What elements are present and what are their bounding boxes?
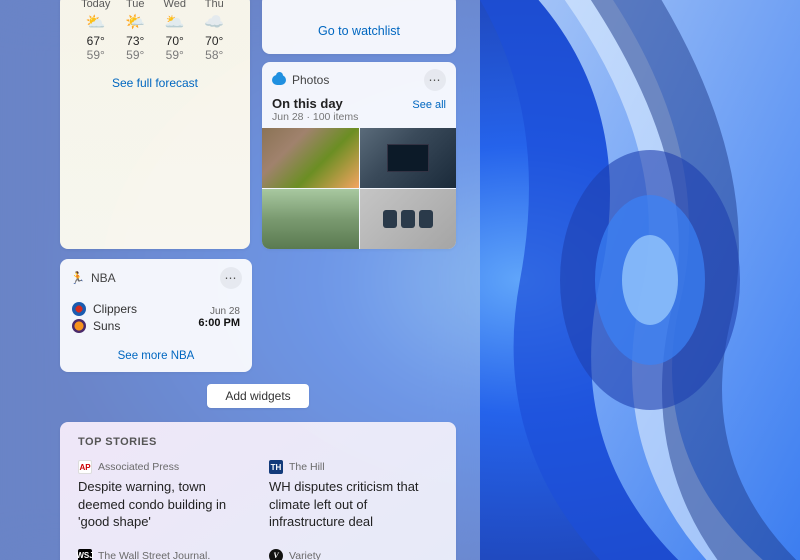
day-label: Wed: [155, 0, 195, 10]
on-this-day-label: On this day: [272, 96, 358, 111]
photo-grid: [262, 128, 456, 249]
game-date: Jun 28: [198, 306, 240, 317]
forecast-day[interactable]: Tue 🌤️ 73° 59°: [116, 0, 156, 62]
news-story[interactable]: V Variety Power of Pride 2021: 50 Entert…: [269, 549, 438, 560]
source-badge-icon: TH: [269, 460, 283, 474]
temp-low: 59°: [76, 48, 116, 62]
widgets-panel: Today ⛅ 67° 59° Tue 🌤️ 73° 59° Wed 🌥️ 70…: [0, 0, 480, 560]
team-logo-icon: [72, 302, 86, 316]
temp-high: 73°: [116, 34, 156, 48]
team-name: Clippers: [93, 302, 137, 316]
weather-icon: ⛅: [76, 12, 116, 32]
forecast-day[interactable]: Thu ☁️ 70° 58°: [195, 0, 235, 62]
photo-thumbnail[interactable]: [360, 128, 457, 188]
top-stories-card: TOP STORIES AP Associated Press Despite …: [60, 422, 456, 560]
story-headline: Despite warning, town deemed condo build…: [78, 478, 247, 531]
temp-high: 67°: [76, 34, 116, 48]
watchlist-card: Go to watchlist: [262, 0, 456, 54]
see-full-forecast-link[interactable]: See full forecast: [70, 70, 240, 92]
photos-subtitle: Jun 28 · 100 items: [272, 111, 358, 123]
temp-high: 70°: [195, 34, 235, 48]
onedrive-icon: [272, 75, 286, 85]
team-row: Clippers: [72, 302, 198, 316]
team-logo-icon: [72, 319, 86, 333]
temp-high: 70°: [155, 34, 195, 48]
news-story[interactable]: TH The Hill WH disputes criticism that c…: [269, 460, 438, 531]
source-badge-icon: V: [269, 549, 283, 560]
team-name: Suns: [93, 319, 120, 333]
more-options-button[interactable]: ⋯: [220, 267, 242, 289]
sports-icon: 🏃: [70, 271, 85, 285]
story-headline: WH disputes criticism that climate left …: [269, 478, 438, 531]
source-name: The Wall Street Journal.: [98, 550, 210, 560]
more-options-button[interactable]: ⋯: [424, 69, 446, 91]
source-name: The Hill: [289, 461, 325, 473]
photo-thumbnail[interactable]: [360, 189, 457, 249]
team-row: Suns: [72, 319, 198, 333]
news-story[interactable]: WSJ The Wall Street Journal. Third Astra…: [78, 549, 247, 560]
source-badge-icon: AP: [78, 460, 92, 474]
temp-low: 59°: [155, 48, 195, 62]
weather-card: Today ⛅ 67° 59° Tue 🌤️ 73° 59° Wed 🌥️ 70…: [60, 0, 250, 249]
weather-icon: 🌥️: [155, 12, 195, 32]
go-to-watchlist-link[interactable]: Go to watchlist: [318, 4, 400, 38]
photo-thumbnail[interactable]: [262, 128, 359, 188]
add-widgets-button[interactable]: Add widgets: [207, 384, 308, 408]
photos-title: Photos: [292, 73, 418, 87]
news-story[interactable]: AP Associated Press Despite warning, tow…: [78, 460, 247, 531]
day-label: Today: [76, 0, 116, 10]
forecast-day[interactable]: Wed 🌥️ 70° 59°: [155, 0, 195, 62]
forecast-row: Today ⛅ 67° 59° Tue 🌤️ 73° 59° Wed 🌥️ 70…: [70, 0, 240, 70]
see-all-link[interactable]: See all: [412, 99, 446, 111]
source-badge-icon: WSJ: [78, 549, 92, 560]
sports-title: NBA: [91, 271, 214, 285]
source-name: Variety: [289, 550, 321, 560]
forecast-day[interactable]: Today ⛅ 67° 59°: [76, 0, 116, 62]
photo-thumbnail[interactable]: [262, 189, 359, 249]
sports-card: 🏃 NBA ⋯ Clippers Suns Jun 28 6:00 PM See…: [60, 259, 252, 372]
top-stories-heading: TOP STORIES: [78, 436, 438, 448]
day-label: Tue: [116, 0, 156, 10]
game-time: 6:00 PM: [198, 317, 240, 329]
source-name: Associated Press: [98, 461, 179, 473]
weather-icon: ☁️: [195, 12, 235, 32]
temp-low: 59°: [116, 48, 156, 62]
weather-icon: 🌤️: [116, 12, 156, 32]
see-more-nba-link[interactable]: See more NBA: [70, 342, 242, 362]
day-label: Thu: [195, 0, 235, 10]
photos-card: Photos ⋯ On this day Jun 28 · 100 items …: [262, 62, 456, 249]
temp-low: 58°: [195, 48, 235, 62]
game-matchup[interactable]: Clippers Suns Jun 28 6:00 PM: [70, 289, 242, 342]
